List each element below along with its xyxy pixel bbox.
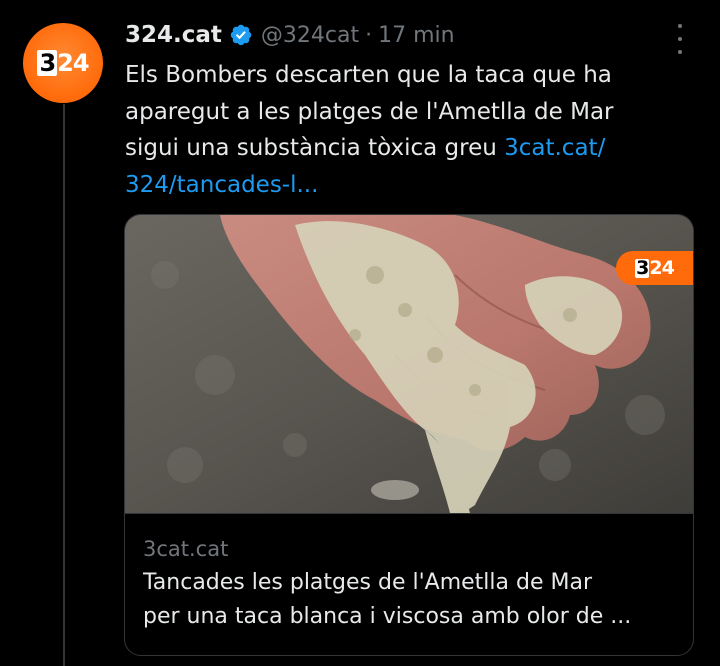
tweet-text-line: aparegut a les platges de l'Ametlla de M…: [125, 98, 614, 125]
card-title-line: per una taca blanca i viscosa amb olor d…: [143, 604, 632, 629]
link-card[interactable]: 3 24 3cat.cat Tancades les platges de l'A…: [124, 214, 694, 656]
thread-line: [63, 104, 65, 666]
tweet-text: Els Bombers descarten que la taca que ha…: [125, 57, 695, 203]
avatar-logo-boxed: 3: [37, 49, 58, 77]
card-domain: 3cat.cat: [143, 537, 229, 561]
more-dot: [678, 50, 682, 54]
card-title: Tancades les platges de l'Ametlla de Mar…: [143, 566, 675, 634]
more-dot: [678, 37, 682, 41]
separator-dot: ·: [365, 22, 373, 48]
verified-badge-icon[interactable]: [229, 23, 253, 47]
image-logo-boxed: 3: [635, 256, 649, 279]
image-logo-rest: 24: [649, 256, 674, 279]
tweet-header: 324.cat @324cat · 17 min: [125, 18, 455, 52]
card-meta[interactable]: 3cat.cat Tancades les platges de l'Ametl…: [125, 513, 693, 655]
tweet-link-part1: 3cat.cat/: [504, 135, 606, 161]
tweet-text-line: Els Bombers descarten que la taca que ha: [125, 62, 612, 88]
card-title-line: Tancades les platges de l'Ametlla de Mar: [143, 570, 592, 595]
card-image[interactable]: 3 24: [125, 215, 693, 513]
card-photo: [125, 215, 693, 513]
handle[interactable]: @324cat: [261, 23, 359, 48]
more-options-icon[interactable]: [670, 24, 690, 54]
avatar[interactable]: 3 24: [23, 23, 103, 103]
tweet-link-part2: 324/tancades-l...: [125, 171, 319, 198]
avatar-logo-rest: 24: [57, 49, 89, 77]
avatar-logo: 3 24: [37, 49, 90, 77]
timestamp[interactable]: 17 min: [378, 23, 454, 48]
display-name[interactable]: 324.cat: [125, 22, 222, 48]
tweet-text-line: sigui una substància tòxica greu: [125, 135, 505, 161]
image-logo: 3 24: [616, 251, 693, 285]
more-dot: [678, 24, 682, 28]
image-logo-text: 3 24: [635, 256, 675, 279]
